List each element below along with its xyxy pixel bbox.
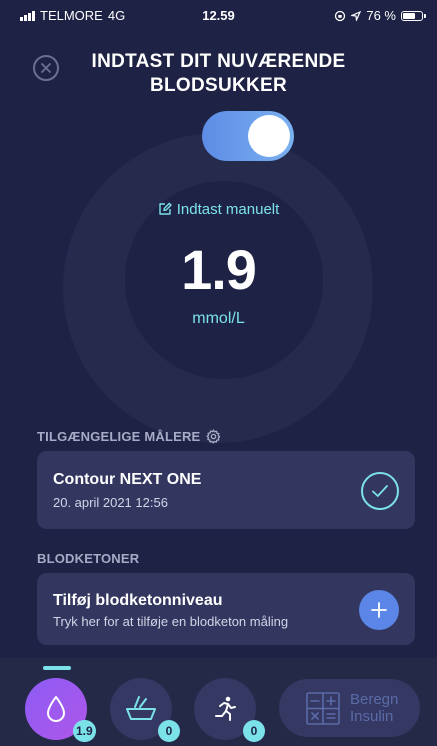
meters-section-title: TILGÆNGELIGE MÅLERE bbox=[37, 429, 201, 444]
ketone-card-title: Tilføj blodketonniveau bbox=[53, 592, 223, 609]
calc-label-line2: Insulin bbox=[350, 708, 394, 725]
battery-icon bbox=[401, 10, 426, 21]
location-icon bbox=[351, 10, 362, 21]
glucose-value: 1.9 bbox=[181, 238, 257, 301]
calculate-insulin-button[interactable]: Beregn Insulin bbox=[279, 679, 420, 737]
meter-toggle[interactable] bbox=[202, 111, 294, 161]
close-button[interactable] bbox=[33, 55, 59, 81]
orientation-lock-icon bbox=[335, 10, 346, 21]
ketone-card[interactable]: Tilføj blodketonniveau Tryk her for at t… bbox=[37, 573, 415, 645]
calculator-icon bbox=[306, 692, 340, 725]
blood-glucose-badge: 1.9 bbox=[73, 720, 96, 742]
meter-date: 20. april 2021 12:56 bbox=[53, 495, 168, 510]
page-title-line2: BLODSUKKER bbox=[149, 75, 288, 96]
manual-entry-label: Indtast manuelt bbox=[176, 201, 280, 218]
ketones-section-label: BLODKETONER bbox=[37, 551, 140, 566]
meters-section-label: TILGÆNGELIGE MÅLERE bbox=[37, 429, 221, 444]
edit-icon bbox=[159, 202, 172, 215]
running-icon bbox=[215, 696, 236, 721]
gear-icon[interactable] bbox=[206, 429, 221, 444]
close-icon bbox=[41, 63, 51, 73]
food-badge: 0 bbox=[158, 720, 180, 742]
plus-icon bbox=[371, 602, 387, 618]
ketone-card-subtitle: Tryk her for at tilføje en blodketon mål… bbox=[53, 614, 289, 629]
page-title-line1: INDTAST DIT NUVÆRENDE bbox=[91, 51, 346, 72]
manual-entry-button[interactable]: Indtast manuelt bbox=[0, 201, 437, 218]
toggle-knob bbox=[248, 115, 290, 157]
drop-icon bbox=[47, 696, 65, 722]
meter-name: Contour NEXT ONE bbox=[53, 471, 202, 488]
active-tab-indicator bbox=[43, 666, 71, 670]
battery-percent: 76 % bbox=[366, 8, 396, 23]
checkmark-icon bbox=[372, 485, 388, 497]
status-right: 76 % bbox=[334, 8, 426, 23]
meter-selected-indicator[interactable] bbox=[361, 472, 399, 510]
calculate-insulin-label: Beregn Insulin bbox=[350, 691, 398, 725]
food-bowl-icon bbox=[126, 696, 156, 720]
exercise-badge: 0 bbox=[243, 720, 265, 742]
battery-level bbox=[403, 12, 416, 19]
add-ketone-button[interactable] bbox=[359, 590, 399, 630]
status-bar: TELMORE 4G 12.59 76 % bbox=[0, 0, 437, 30]
page-title: INDTAST DIT NUVÆRENDE BLODSUKKER bbox=[70, 50, 367, 98]
meter-card[interactable]: Contour NEXT ONE 20. april 2021 12:56 bbox=[37, 451, 415, 529]
glucose-unit: mmol/L bbox=[192, 310, 245, 327]
calc-label-line1: Beregn bbox=[350, 691, 399, 708]
